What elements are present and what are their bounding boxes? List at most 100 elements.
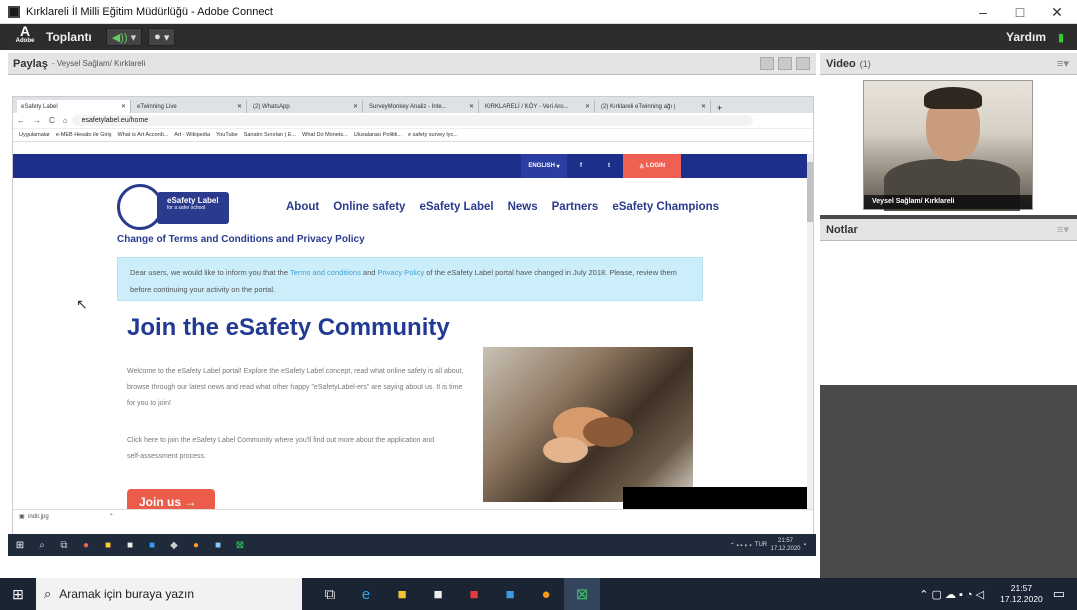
- new-tab-icon[interactable]: +: [717, 103, 722, 113]
- url-input[interactable]: esafetylabel.eu/home: [71, 115, 753, 126]
- browser-tab[interactable]: SurveyMonkey Analiz - Inte... ✕: [365, 100, 479, 113]
- file-explorer-icon[interactable]: ■: [384, 578, 420, 610]
- bookmark-item[interactable]: YouTube: [216, 132, 238, 138]
- file-icon: ▣: [19, 514, 25, 520]
- adobe-logo: A Adobe: [15, 23, 35, 44]
- window-title-bar: Kırklareli İl Milli Eğitim Müdürlüğü - A…: [0, 0, 1077, 24]
- privacy-link[interactable]: Privacy Policy: [378, 268, 425, 277]
- notes-pod-title: Notlar: [826, 223, 858, 236]
- meeting-menu[interactable]: Toplantı: [46, 30, 92, 44]
- bookmark-item[interactable]: Ulusalarası Politik...: [354, 132, 402, 138]
- nav-news[interactable]: News: [508, 201, 538, 213]
- nav-online-safety[interactable]: Online safety: [333, 201, 405, 213]
- taskbar-clock[interactable]: 21:57 17.12.2020: [1000, 583, 1043, 605]
- app-icon[interactable]: ■: [456, 578, 492, 610]
- app-icon[interactable]: ◆: [168, 539, 180, 551]
- maximize-button[interactable]: □: [1000, 0, 1040, 24]
- edge-icon[interactable]: e: [348, 578, 384, 610]
- notes-pod-header: Notlar ≡▾: [820, 219, 1077, 241]
- bookmark-item[interactable]: What is Art Accordi...: [118, 132, 169, 138]
- task-view-icon[interactable]: ⧉: [312, 578, 348, 610]
- windows-start-icon[interactable]: ⊞: [0, 578, 36, 610]
- pod-menu-icon[interactable]: [796, 57, 810, 70]
- share-pod-title: Paylaş: [13, 57, 48, 70]
- close-icon: ✕: [468, 104, 474, 110]
- speaker-button[interactable]: ◀)) ▾: [105, 28, 143, 46]
- download-file[interactable]: indir.jpg: [28, 514, 49, 520]
- window-title: Kırklareli İl Milli Eğitim Müdürlüğü - A…: [26, 5, 273, 18]
- site-top-bar: ENGLISH ▾ f t ♙ LOGIN: [13, 154, 813, 178]
- close-icon: ✕: [700, 104, 706, 110]
- reload-icon[interactable]: C: [49, 116, 55, 125]
- mail-icon[interactable]: ■: [146, 539, 158, 551]
- nav-esafety-label[interactable]: eSafety Label: [419, 201, 493, 213]
- shared-clock-date: 17.12.2020: [770, 546, 801, 552]
- site-navigation: eSafety Label for a safer school About On…: [13, 178, 813, 238]
- fit-width-icon[interactable]: [760, 57, 774, 70]
- shared-tray: ⌃ ▪ ▪ ◖ ▪ TUR 21:57 17.12.2020 ▪: [730, 537, 806, 553]
- chrome-icon[interactable]: ●: [190, 539, 202, 551]
- browser-tab[interactable]: eTwinning Live ✕: [133, 100, 247, 113]
- bookmark-item[interactable]: e-MEB Hesabı ile Giriş: [56, 132, 112, 138]
- browser-tab[interactable]: eSafety Label ✕: [17, 100, 131, 113]
- terms-link[interactable]: Terms and conditions: [290, 268, 361, 277]
- esafety-logo[interactable]: eSafety Label for a safer school: [117, 184, 229, 230]
- back-icon[interactable]: ←: [17, 116, 25, 125]
- bookmarks-bar: Uygulamalar e-MEB Hesabı ile Giriş What …: [13, 129, 813, 142]
- chrome-icon[interactable]: ●: [528, 578, 564, 610]
- app-icon[interactable]: ■: [212, 539, 224, 551]
- folder-icon[interactable]: ■: [102, 539, 114, 551]
- video-pod-header: Video (1) ≡▾: [820, 53, 1077, 75]
- user-icon: ♙: [638, 163, 645, 170]
- browser-tab[interactable]: KIRKLARELİ / KÖY - Veri Aro... ✕: [481, 100, 595, 113]
- app-icon[interactable]: ⊠: [234, 539, 246, 551]
- close-icon: ✕: [120, 104, 126, 110]
- chevron-up-icon[interactable]: ⌃: [109, 513, 114, 520]
- page-scrollbar[interactable]: [807, 154, 813, 509]
- notification-icon[interactable]: ▪: [804, 542, 806, 548]
- store-icon[interactable]: ■: [124, 539, 136, 551]
- minimize-button[interactable]: –: [963, 0, 1003, 24]
- help-menu[interactable]: Yardım: [1006, 30, 1046, 44]
- app-icon[interactable]: ⊠: [564, 578, 600, 610]
- login-button[interactable]: ♙ LOGIN: [623, 154, 681, 178]
- notes-area[interactable]: [820, 241, 1077, 385]
- language-select[interactable]: ENGLISH ▾: [521, 154, 567, 178]
- welcome-text: Welcome to the eSafety Label portal! Exp…: [127, 368, 464, 407]
- home-icon[interactable]: ⌂: [63, 116, 68, 125]
- twitter-icon[interactable]: t: [595, 154, 623, 178]
- taskbar-search-input[interactable]: ⌕ Aramak için buraya yazın: [36, 578, 302, 610]
- video-participant-name: Veysel Sağlam/ Kırklareli: [864, 195, 1032, 209]
- full-screen-icon[interactable]: [778, 57, 792, 70]
- browser-tab[interactable]: (2) WhatsApp ✕: [249, 100, 363, 113]
- bookmark-item[interactable]: e safety survey lyc...: [408, 132, 458, 138]
- user-status-button[interactable]: ● ▾: [148, 28, 176, 46]
- facebook-icon[interactable]: f: [567, 154, 595, 178]
- cursor-icon: ↖: [76, 296, 88, 312]
- tray-icons[interactable]: ⌃ ▢ ☁ ▪ ◔ ◁: [919, 588, 984, 601]
- windows-start-icon[interactable]: ⊞: [14, 539, 26, 551]
- pod-menu-icon[interactable]: ≡▾: [1057, 57, 1069, 70]
- task-view-icon[interactable]: ⧉: [58, 539, 70, 551]
- close-icon: ✕: [236, 104, 242, 110]
- forward-icon[interactable]: →: [33, 116, 41, 125]
- notification-icon[interactable]: ▭: [1053, 586, 1065, 602]
- video-feed: Veysel Sağlam/ Kırklareli: [863, 80, 1033, 211]
- nav-esafety-champions[interactable]: eSafety Champions: [612, 201, 719, 213]
- mail-icon[interactable]: ■: [492, 578, 528, 610]
- nav-about[interactable]: About: [286, 201, 319, 213]
- search-icon[interactable]: ⌕: [36, 539, 48, 551]
- bookmark-item[interactable]: Sanatın Sınırları | E...: [244, 132, 296, 138]
- language-indicator: TUR: [754, 542, 768, 548]
- nav-partners[interactable]: Partners: [552, 201, 599, 213]
- store-icon[interactable]: ■: [420, 578, 456, 610]
- bookmark-item[interactable]: Uygulamalar: [19, 132, 50, 138]
- close-button[interactable]: ✕: [1037, 0, 1077, 24]
- browser-tab[interactable]: (2) Kırklareli eTwinning ağı | ✕: [597, 100, 711, 113]
- join-us-button[interactable]: Join us →: [127, 489, 215, 511]
- main-nav: About Online safety eSafety Label News P…: [286, 201, 733, 213]
- app-icon[interactable]: ●: [80, 539, 92, 551]
- bookmark-item[interactable]: What Do Monets...: [302, 132, 348, 138]
- bookmark-item[interactable]: Art - Wikipedia: [174, 132, 210, 138]
- pod-menu-icon[interactable]: ≡▾: [1057, 223, 1069, 236]
